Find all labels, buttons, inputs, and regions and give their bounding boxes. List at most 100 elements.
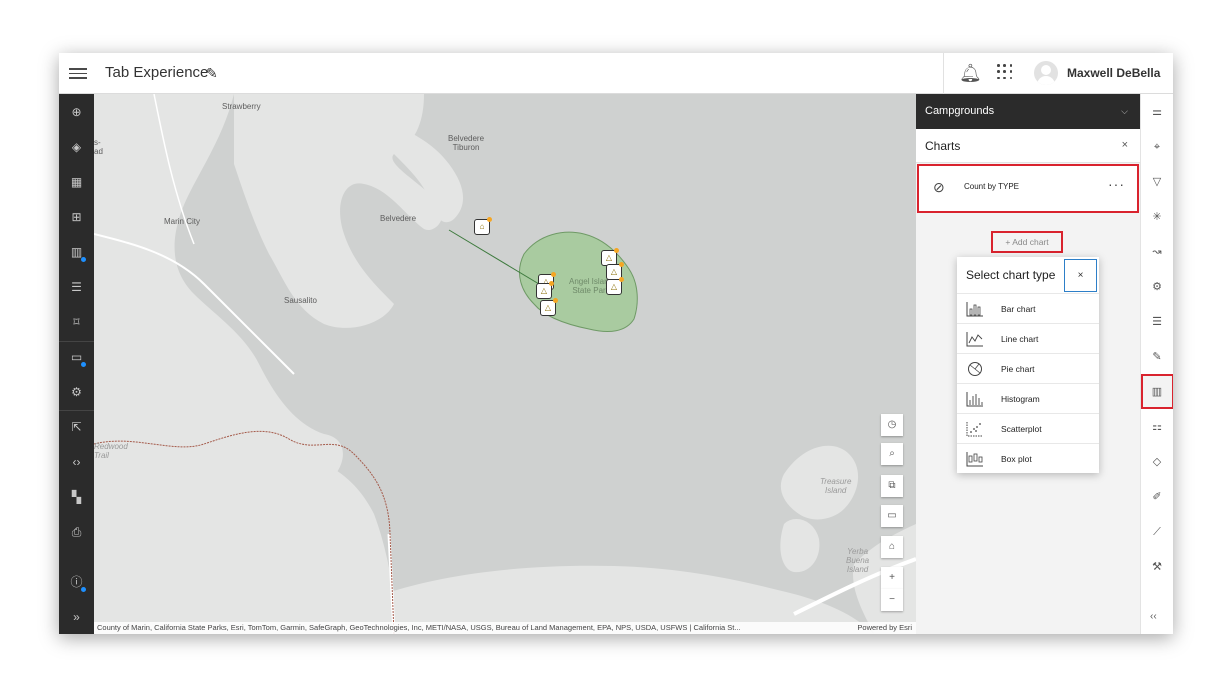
time-icon[interactable]: ◷ (881, 414, 903, 436)
layers-stack-icon[interactable]: ◇ (1149, 454, 1165, 470)
app-header: Tab Experience ✎ 🔔︎ Maxwell DeBella (59, 53, 1173, 94)
toolbar-divider (59, 410, 94, 411)
bookmark-icon[interactable]: ⌑ (68, 314, 85, 331)
charts-header: Charts × (916, 129, 1140, 163)
option-label: Bar chart (1001, 304, 1036, 314)
measure-icon[interactable]: ⟋ (1149, 524, 1165, 540)
chart-type-option-box[interactable]: Box plot (957, 443, 1099, 473)
box-plot-icon (966, 452, 983, 467)
add-chart-button[interactable]: + Add chart (991, 231, 1063, 253)
attribution-text: County of Marin, California State Parks,… (97, 623, 741, 632)
option-label: Pie chart (1001, 364, 1035, 374)
option-label: Histogram (1001, 394, 1040, 404)
edit-pen-icon[interactable]: ✎ (1149, 349, 1165, 365)
layers-icon[interactable]: ◈ (68, 139, 85, 156)
map-label-strawberry: Strawberry (222, 102, 261, 111)
chart-type-option-scatter[interactable]: Scatterplot (957, 413, 1099, 443)
chevron-down-icon: ⌵ (1121, 106, 1128, 116)
sliders-icon[interactable]: ⚌ (1149, 104, 1165, 120)
bar-chart-icon (966, 302, 983, 317)
pie-chart-icon: ⊘ (933, 179, 945, 195)
add-icon[interactable]: ⊕ (68, 104, 85, 121)
powered-by-esri[interactable]: Powered by Esri (857, 622, 912, 634)
fullscreen-icon[interactable]: ▭ (881, 505, 903, 527)
map-search-icon[interactable]: ⌖ (1149, 139, 1165, 155)
map-view[interactable]: Strawberry Belvedere Tiburon Marin City … (94, 94, 916, 634)
pencil-icon[interactable]: ✎ (206, 65, 218, 82)
campground-marker[interactable]: △ (536, 281, 554, 299)
zoom-out-button[interactable]: − (881, 589, 903, 611)
campground-marker[interactable]: ⌂ (474, 217, 492, 235)
info-icon[interactable]: ⓘ (68, 574, 86, 592)
list-icon[interactable]: ☰ (68, 279, 85, 296)
header-user-area: 🔔︎ Maxwell DeBella (943, 53, 1173, 94)
code-icon[interactable]: ‹› (68, 454, 85, 471)
option-label: Line chart (1001, 334, 1039, 344)
chart-type-option-histogram[interactable]: Histogram (957, 383, 1099, 413)
map-attribution: County of Marin, California State Parks,… (94, 622, 916, 634)
gear-icon[interactable]: ⚙ (68, 384, 85, 401)
collapse-toolbar-button[interactable]: ‹‹ (1150, 611, 1157, 622)
card-icon[interactable]: ▭ (68, 349, 86, 367)
bell-icon[interactable]: 🔔︎ (959, 63, 982, 84)
zoom-in-button[interactable]: + (881, 567, 903, 589)
route-icon[interactable]: ↝ (1149, 244, 1165, 260)
chart-type-menu-title: Select chart type (966, 268, 1056, 282)
scatterplot-icon (966, 422, 983, 437)
map-label-marin-city: Marin City (164, 217, 201, 226)
more-options-button[interactable]: ··· (1108, 176, 1125, 192)
chart-settings-icon[interactable]: ▥ (1149, 384, 1165, 400)
home-icon[interactable]: ⌂ (881, 536, 903, 558)
right-toolbar: ⚌ ⌖ ▽ ✳ ↝ ⚙ ☰ ✎ ▥ ⚏ ◇ ✐ ⟋ ⚒ ‹‹ (1140, 94, 1173, 634)
analysis-icon[interactable]: ⚏ (1149, 419, 1165, 435)
map-label-sausalito: Sausalito (284, 296, 317, 305)
map-label-belvedere: Belvedere (380, 214, 417, 223)
sparkle-icon[interactable]: ✳ (1149, 209, 1165, 225)
app-launcher-icon[interactable] (997, 64, 1013, 80)
search-icon[interactable]: ⌕ (881, 443, 903, 465)
chart-list-item[interactable]: ⊘ Count by TYPE ··· (917, 164, 1139, 213)
line-chart-icon (966, 332, 983, 347)
print-icon[interactable]: ⎙ (68, 524, 85, 541)
campground-marker[interactable]: △ (606, 277, 624, 295)
map-label-belvedere-tiburon: Belvedere Tiburon (448, 134, 485, 152)
notification-dot (81, 587, 86, 592)
avatar[interactable] (1034, 61, 1058, 85)
chart-icon[interactable]: ▥ (68, 244, 86, 262)
settings-cog-icon[interactable]: ⚙ (1149, 279, 1165, 295)
toolbar-divider (59, 341, 94, 342)
table-icon[interactable]: ▦ (68, 174, 85, 191)
chart-type-menu: Select chart type × Bar chart Line chart… (957, 257, 1099, 473)
notification-dot (81, 362, 86, 367)
widgets-icon[interactable]: ▚ (68, 489, 85, 506)
qr-icon[interactable]: ⊞ (68, 209, 85, 226)
pie-chart-icon (968, 362, 982, 376)
map-label-treasure-island: Treasure Island (820, 477, 852, 495)
left-toolbar: ⊕ ◈ ▦ ⊞ ▥ ☰ ⌑ ▭ ⚙ ⇱ ‹› ▚ ⎙ ⓘ » (59, 94, 94, 634)
close-menu-button[interactable]: × (1064, 259, 1097, 292)
chart-type-option-line[interactable]: Line chart (957, 323, 1099, 353)
layer-name: Campgrounds (925, 105, 995, 117)
expand-icon[interactable]: » (68, 609, 85, 626)
user-name[interactable]: Maxwell DeBella (1067, 66, 1160, 80)
layer-selector[interactable]: Campgrounds ⌵ (916, 94, 1140, 129)
chart-name: Count by TYPE (964, 182, 1019, 191)
map-label-yerba-buena: Yerba Buena Island (846, 547, 870, 574)
campground-marker[interactable]: △ (540, 298, 558, 316)
notification-dot (81, 257, 86, 262)
charts-title: Charts (925, 139, 961, 153)
share-icon[interactable]: ⇱ (68, 419, 85, 436)
option-label: Scatterplot (1001, 424, 1042, 434)
chart-type-option-pie[interactable]: Pie chart (957, 353, 1099, 383)
filter-icon[interactable]: ▽ (1149, 174, 1165, 190)
wrench-icon[interactable]: ⚒ (1149, 559, 1165, 575)
map-label-left-edge: s- ad (94, 138, 103, 156)
basemap-graphic (94, 94, 916, 634)
close-panel-button[interactable]: × (1122, 139, 1128, 151)
basemap-gallery-icon[interactable]: ⧉ (881, 475, 903, 497)
edit-box-icon[interactable]: ✐ (1149, 489, 1165, 505)
align-icon[interactable]: ☰ (1149, 314, 1165, 330)
menu-icon[interactable] (69, 65, 87, 81)
chart-type-option-bar[interactable]: Bar chart (957, 293, 1099, 323)
map-label-trail: Redwood Trail (94, 442, 128, 460)
